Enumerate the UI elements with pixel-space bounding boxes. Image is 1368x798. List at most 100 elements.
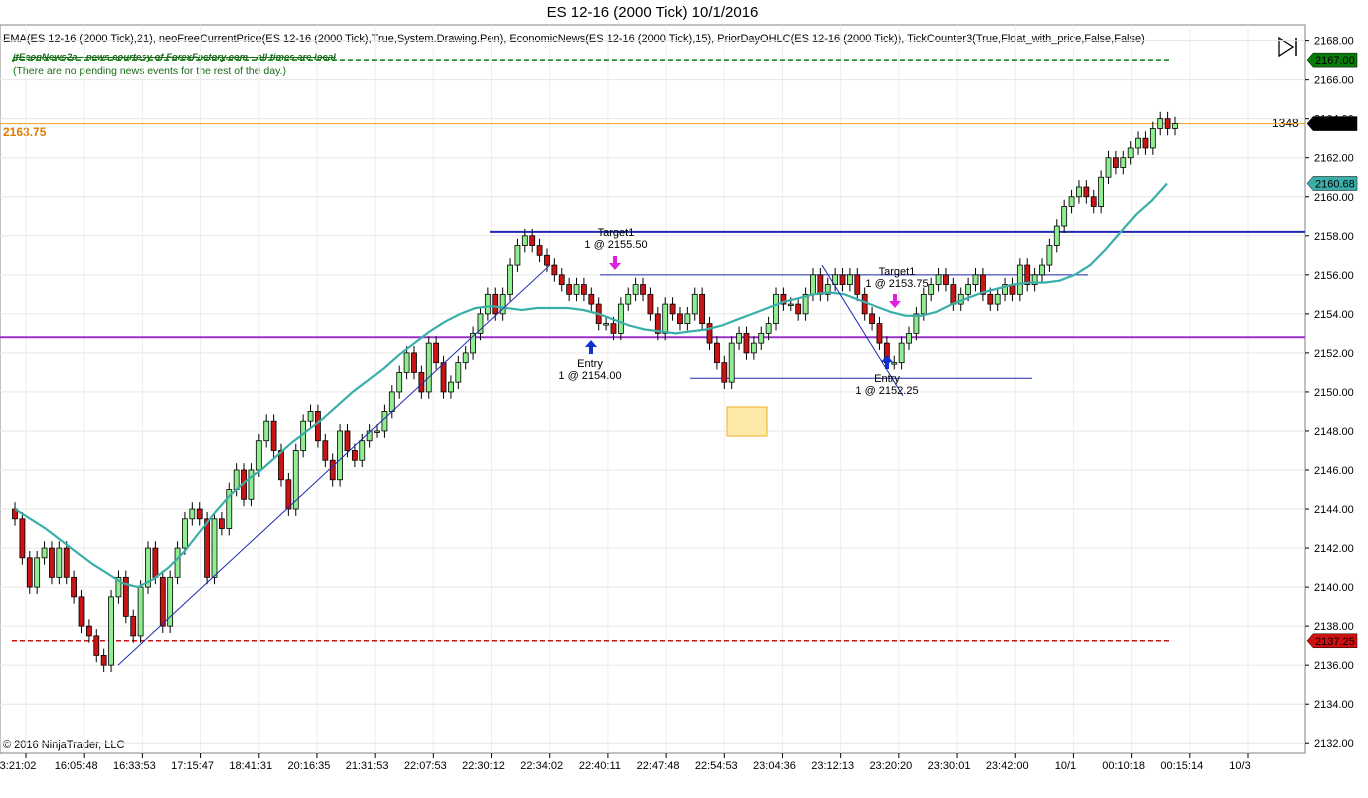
entry-arrow-icon (585, 340, 597, 354)
price-chart[interactable]: Target11 @ 2155.50Entry1 @ 2154.00Target… (0, 0, 1368, 798)
price-badge-label: 2137.25 (1315, 636, 1355, 648)
candle (85, 625, 92, 637)
annotation-detail: 1 @ 2154.00 (558, 370, 621, 382)
candle (1076, 186, 1082, 198)
candle (248, 469, 255, 500)
x-tick-label: 23:20:20 (869, 760, 912, 772)
annotation-detail: 1 @ 2153.75 (865, 278, 928, 290)
candle (736, 332, 742, 344)
candle (706, 323, 713, 344)
candle (898, 342, 905, 364)
candle (551, 264, 558, 276)
candle (108, 596, 114, 666)
y-tick-label: 2132.00 (1314, 738, 1354, 750)
x-tick-label: 10/3 (1229, 760, 1250, 772)
candle (847, 274, 853, 285)
candle (315, 411, 321, 442)
x-tick-label: 16:33:53 (113, 760, 156, 772)
candle (987, 293, 994, 305)
candle (994, 293, 1001, 305)
candle (270, 420, 277, 451)
candle (484, 293, 491, 315)
target-arrow-icon (609, 256, 621, 270)
candle (699, 293, 706, 325)
x-tick-label: 10/1 (1055, 760, 1076, 772)
highlight-box (726, 406, 768, 437)
candle (920, 293, 927, 315)
y-tick-label: 2154.00 (1314, 309, 1354, 321)
candle (34, 557, 41, 588)
chart-grid (0, 25, 1305, 753)
candle (972, 274, 979, 285)
x-tick-label: 23:42:00 (986, 760, 1029, 772)
y-tick-label: 2150.00 (1314, 387, 1354, 399)
candle (307, 411, 314, 422)
candle (640, 284, 646, 295)
candle (285, 479, 292, 510)
candle (411, 352, 417, 373)
candle (49, 547, 55, 578)
candle (558, 274, 565, 285)
candle (1053, 225, 1060, 246)
candle (403, 352, 410, 373)
x-tick-label: 18:41:31 (229, 760, 272, 772)
candle (529, 235, 536, 246)
candle (1149, 128, 1156, 149)
candle (396, 372, 403, 393)
candle (78, 596, 85, 627)
y-tick-label: 2146.00 (1314, 465, 1354, 477)
x-tick-label: 21:31:53 (346, 760, 389, 772)
candle (603, 323, 609, 326)
candle (876, 323, 883, 344)
candle (1164, 118, 1171, 129)
candle (492, 293, 499, 315)
y-tick-label: 2156.00 (1314, 270, 1354, 282)
candle (1172, 123, 1178, 129)
price-badge: 2137.25 (1306, 633, 1358, 649)
candle (854, 274, 861, 295)
candle (455, 362, 462, 383)
x-tick-label: 23:12:13 (811, 760, 854, 772)
y-tick-label: 2138.00 (1314, 621, 1354, 633)
candle (263, 420, 270, 442)
candle (1061, 206, 1068, 227)
annotation-label: Entry (874, 373, 900, 385)
candle (728, 342, 735, 383)
price-badge-label: 2167.00 (1315, 55, 1355, 67)
candle (137, 586, 144, 637)
candle (425, 342, 432, 393)
candle (521, 235, 528, 246)
candle (507, 264, 513, 295)
candle (536, 245, 543, 256)
candle (41, 547, 48, 559)
price-badge: 2167.00 (1306, 52, 1358, 68)
candle (196, 508, 203, 520)
y-tick-label: 2160.00 (1314, 192, 1354, 204)
candle (1083, 186, 1090, 198)
candle (1016, 264, 1023, 295)
price-badge: 2163.75 (1306, 116, 1358, 131)
candle (182, 518, 188, 549)
annotation-label: Target1 (598, 227, 635, 239)
candle (677, 313, 683, 325)
candle (691, 293, 698, 315)
annotation-detail: 1 @ 2152.25 (855, 385, 918, 397)
candle (374, 430, 380, 433)
candle (433, 342, 440, 364)
x-tick-label: 22:40:11 (579, 760, 621, 772)
price-badge: 2160.68 (1306, 176, 1358, 191)
candle (581, 284, 587, 295)
candle (204, 518, 211, 578)
candle (71, 576, 78, 598)
candle (714, 342, 720, 364)
candle (943, 274, 949, 285)
y-tick-label: 2142.00 (1314, 543, 1354, 555)
candle (610, 323, 617, 334)
candle (795, 303, 802, 315)
y-tick-label: 2166.00 (1314, 75, 1354, 87)
y-tick-label: 2144.00 (1314, 504, 1354, 516)
candle (1068, 196, 1075, 207)
candle (758, 332, 765, 344)
x-tick-label: 00:15:14 (1160, 760, 1203, 772)
candle (573, 284, 580, 295)
